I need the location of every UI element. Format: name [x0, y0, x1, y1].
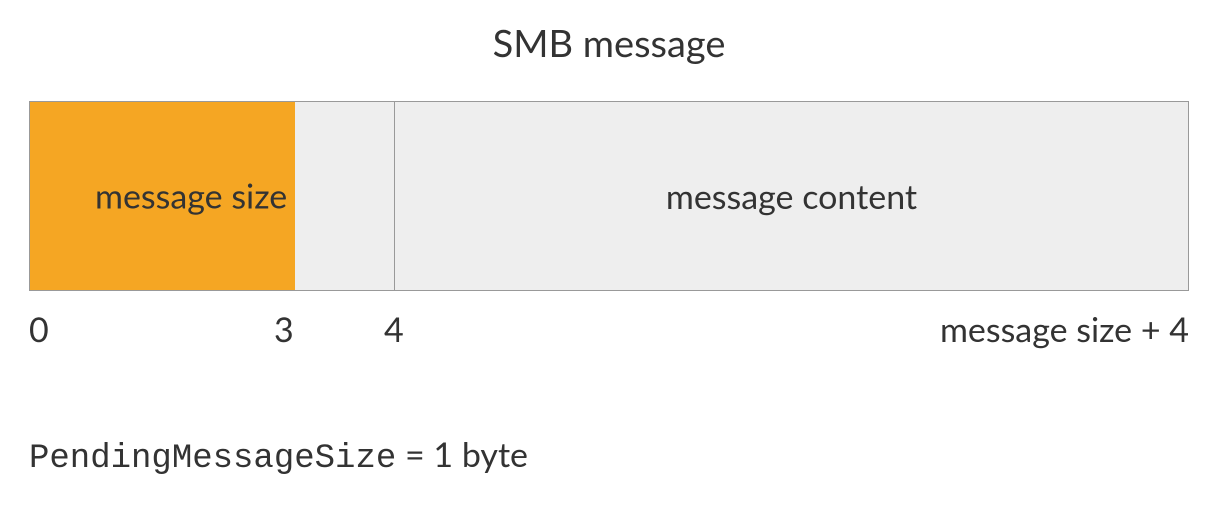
tick-3: 3	[274, 309, 294, 350]
tick-end: message size + 4	[940, 309, 1189, 350]
diagram-title: SMB message	[25, 20, 1193, 66]
offset-labels: 0 3 4 message size + 4	[29, 309, 1189, 359]
tick-0: 0	[29, 309, 49, 350]
message-content-segment: message content	[395, 102, 1188, 290]
equation-value: = 1 byte	[396, 434, 528, 475]
footer-equation: PendingMessageSize = 1 byte	[29, 434, 1189, 478]
message-box: message size message content	[29, 101, 1189, 291]
tick-4: 4	[384, 309, 404, 350]
gap-segment	[295, 102, 395, 290]
message-diagram: message size message content 0 3 4 messa…	[29, 101, 1189, 478]
message-size-label: message size	[95, 176, 287, 217]
variable-name: PendingMessageSize	[29, 440, 396, 478]
